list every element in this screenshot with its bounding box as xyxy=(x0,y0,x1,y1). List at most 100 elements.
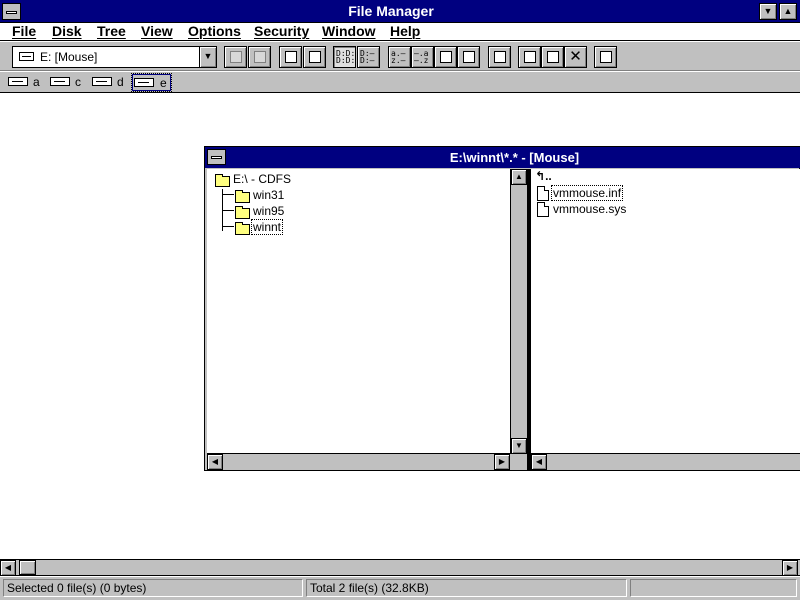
tree-folder-winnt[interactable]: winnt xyxy=(250,219,284,235)
folder-icon xyxy=(235,206,250,219)
menu-tree[interactable]: Tree xyxy=(97,23,126,40)
scroll-thumb[interactable] xyxy=(19,560,36,575)
child-system-menu-button[interactable] xyxy=(207,149,226,165)
drive-select[interactable]: E: [Mouse] ▼ xyxy=(12,46,217,68)
folder-icon xyxy=(215,174,230,187)
sort-by-size-button[interactable] xyxy=(434,46,457,68)
status-total: Total 2 file(s) (32.8KB) xyxy=(306,579,627,597)
parent-directory-label: .. xyxy=(545,169,552,183)
tree-folder-win95[interactable]: win95 xyxy=(253,204,284,218)
up-arrow-icon: ↰ xyxy=(535,169,546,183)
tree-line xyxy=(222,226,234,227)
connect-drive-icon xyxy=(230,51,242,63)
drive-d[interactable]: d xyxy=(92,74,128,91)
file-item[interactable]: vmmouse.sys xyxy=(553,202,626,216)
menu-window[interactable]: Window xyxy=(322,23,376,40)
sort-size-icon xyxy=(440,51,452,63)
contents-pane: ↰.. vmmouse.inf vmmouse.sys ◀ xyxy=(530,169,800,470)
cdrom-drive-icon xyxy=(134,78,154,87)
parent-directory-icon[interactable]: ↰.. xyxy=(535,169,552,183)
new-window-icon xyxy=(494,51,506,63)
folder-icon xyxy=(235,190,250,203)
menu-file[interactable]: File xyxy=(12,23,36,40)
move-button[interactable] xyxy=(541,46,564,68)
dropdown-arrow-icon[interactable]: ▼ xyxy=(199,47,216,67)
sort-date-icon xyxy=(463,51,475,63)
view-name-icon: D:D: D:D: xyxy=(336,49,356,65)
minimize-button[interactable]: ▼ xyxy=(759,3,777,20)
scroll-down-icon[interactable]: ▼ xyxy=(511,438,527,454)
scroll-left-icon[interactable]: ◀ xyxy=(207,454,223,470)
menu-view[interactable]: View xyxy=(141,23,173,40)
view-details-icon: D:— D:— xyxy=(360,49,375,65)
share-icon xyxy=(285,51,297,63)
drive-c[interactable]: c xyxy=(50,74,86,91)
drive-bar: a c d e xyxy=(0,72,800,93)
stop-sharing-icon xyxy=(309,51,321,63)
permissions-button[interactable] xyxy=(594,46,617,68)
maximize-button[interactable]: ▲ xyxy=(779,3,797,20)
connect-drive-button[interactable] xyxy=(224,46,247,68)
toolbar: E: [Mouse] ▼ D:D: D:D: D:— D:— a.— z.— —.a —… xyxy=(0,42,800,71)
scroll-right-icon[interactable]: ▶ xyxy=(494,454,510,470)
scroll-left-icon[interactable]: ◀ xyxy=(531,454,547,470)
open-folder-icon xyxy=(235,222,250,235)
status-selected: Selected 0 file(s) (0 bytes) xyxy=(3,579,303,597)
sort-by-date-button[interactable] xyxy=(457,46,480,68)
menu-disk[interactable]: Disk xyxy=(52,23,82,40)
directory-window-title-bar: E:\winnt\*.* - [Mouse] xyxy=(205,147,800,168)
status-bar: Selected 0 file(s) (0 bytes) Total 2 fil… xyxy=(0,577,800,600)
minimize-icon: ▼ xyxy=(763,6,773,16)
drive-a[interactable]: a xyxy=(8,74,44,91)
copy-icon xyxy=(524,51,536,63)
file-item[interactable]: vmmouse.inf xyxy=(550,185,624,201)
maximize-icon: ▲ xyxy=(783,6,793,16)
contents-horizontal-scrollbar[interactable]: ◀ xyxy=(531,453,800,470)
tree-pane: E:\ - CDFS win31 win95 winnt ▲ ▼ ◀ ▶ xyxy=(207,169,527,470)
file-icon xyxy=(537,186,549,201)
main-horizontal-scrollbar[interactable]: ◀ ▶ xyxy=(0,559,800,576)
permissions-icon xyxy=(600,51,612,63)
view-name-button[interactable]: D:D: D:D: xyxy=(333,46,356,68)
sort-by-name-button[interactable]: a.— z.— xyxy=(388,46,411,68)
drive-e[interactable]: e xyxy=(131,73,172,92)
delete-icon: ✕ xyxy=(569,48,582,65)
scroll-up-icon[interactable]: ▲ xyxy=(511,169,527,185)
move-icon xyxy=(547,51,559,63)
delete-button[interactable]: ✕ xyxy=(564,46,587,68)
directory-window-title: E:\winnt\*.* - [Mouse] xyxy=(449,150,580,165)
disconnect-drive-button[interactable] xyxy=(248,46,271,68)
drive-c-label: c xyxy=(75,75,81,89)
system-menu-button[interactable] xyxy=(2,3,21,20)
sort-name-icon: a.— z.— xyxy=(391,49,406,65)
tree-folder-win31[interactable]: win31 xyxy=(253,188,284,202)
stop-sharing-button[interactable] xyxy=(303,46,326,68)
menu-help[interactable]: Help xyxy=(390,23,420,40)
scroll-right-icon[interactable]: ▶ xyxy=(782,560,798,576)
tree-line xyxy=(222,194,234,195)
directory-window: E:\winnt\*.* - [Mouse] E:\ - CDFS win31 … xyxy=(204,146,800,471)
drive-select-value: E: [Mouse] xyxy=(40,50,98,64)
tree-root[interactable]: E:\ - CDFS xyxy=(233,172,291,186)
menu-security[interactable]: Security xyxy=(254,23,309,40)
floppy-drive-icon xyxy=(8,77,28,86)
tree-horizontal-scrollbar[interactable]: ◀ ▶ xyxy=(207,453,527,470)
hard-disk-icon xyxy=(50,77,70,86)
copy-button[interactable] xyxy=(518,46,541,68)
menu-options[interactable]: Options xyxy=(188,23,241,40)
scroll-left-icon[interactable]: ◀ xyxy=(0,560,16,576)
tree-vertical-scrollbar[interactable]: ▲ ▼ xyxy=(510,169,527,454)
drive-icon xyxy=(19,52,34,61)
status-extra-panel xyxy=(630,579,797,597)
new-window-button[interactable] xyxy=(488,46,511,68)
title-bar: File Manager ▼ ▲ xyxy=(0,0,800,23)
sort-by-type-button[interactable]: —.a —.z xyxy=(411,46,434,68)
menu-bar: File Disk Tree View Options Security Win… xyxy=(0,23,800,41)
view-details-button[interactable]: D:— D:— xyxy=(357,46,380,68)
file-icon xyxy=(537,202,549,217)
drive-e-label: e xyxy=(160,76,167,90)
tree-line xyxy=(222,210,234,211)
drive-d-label: d xyxy=(117,75,124,89)
sort-type-icon: —.a —.z xyxy=(414,49,429,65)
share-as-button[interactable] xyxy=(279,46,302,68)
